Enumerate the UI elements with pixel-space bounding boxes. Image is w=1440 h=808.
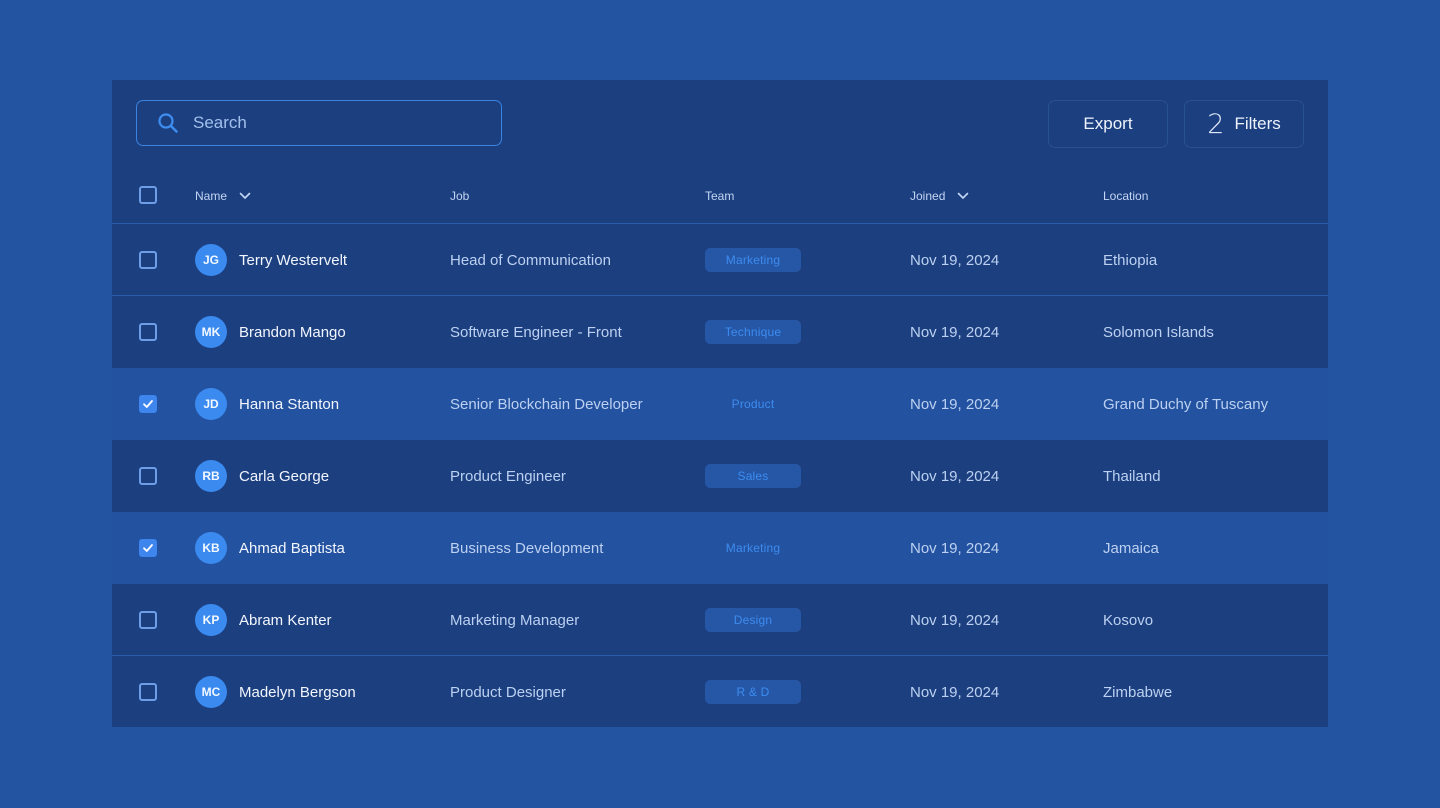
table-toolbar: Export 2 Filters — [112, 80, 1328, 168]
row-job: Business Development — [450, 539, 604, 557]
row-checkbox[interactable] — [139, 611, 157, 629]
avatar: KP — [195, 604, 227, 636]
row-checkbox[interactable] — [139, 683, 157, 701]
team-badge: R & D — [705, 680, 801, 704]
row-joined: Nov 19, 2024 — [910, 611, 1000, 629]
filters-button[interactable]: 2 Filters — [1184, 100, 1304, 148]
row-checkbox[interactable] — [139, 539, 157, 557]
row-checkbox[interactable] — [139, 395, 157, 413]
row-job: Senior Blockchain Developer — [450, 395, 643, 413]
table-row[interactable]: KB Ahmad Baptista Business Development M… — [112, 512, 1328, 584]
team-badge: Sales — [705, 464, 801, 488]
row-location: Zimbabwe — [1103, 683, 1173, 701]
filters-button-label: Filters — [1234, 114, 1281, 133]
search-box[interactable] — [136, 100, 502, 146]
row-location: Jamaica — [1103, 539, 1159, 557]
row-name: Brandon Mango — [239, 323, 346, 341]
row-checkbox[interactable] — [139, 467, 157, 485]
column-header-location: Location — [1103, 168, 1148, 223]
avatar: MC — [195, 676, 227, 708]
row-job: Software Engineer - Front — [450, 323, 622, 341]
row-checkbox[interactable] — [139, 251, 157, 269]
avatar: RB — [195, 460, 227, 492]
column-header-joined-label: Joined — [910, 188, 946, 203]
team-badge: Technique — [705, 320, 801, 344]
row-joined: Nov 19, 2024 — [910, 323, 1000, 341]
team-badge: Design — [705, 608, 801, 632]
row-name: Carla George — [239, 467, 330, 485]
row-name: Madelyn Bergson — [239, 683, 356, 701]
column-header-name[interactable]: Name — [195, 168, 251, 223]
table-row[interactable]: JD Hanna Stanton Senior Blockchain Devel… — [112, 368, 1328, 440]
export-button[interactable]: Export — [1048, 100, 1168, 148]
row-name: Abram Kenter — [239, 611, 332, 629]
row-joined: Nov 19, 2024 — [910, 539, 1000, 557]
row-name: Hanna Stanton — [239, 395, 340, 413]
chevron-down-icon — [958, 192, 969, 199]
row-location: Kosovo — [1103, 611, 1154, 629]
row-location: Thailand — [1103, 467, 1161, 485]
row-job: Marketing Manager — [450, 611, 580, 629]
row-job: Product Engineer — [450, 467, 566, 485]
table-row[interactable]: RB Carla George Product Engineer Sales N… — [112, 440, 1328, 512]
row-joined: Nov 19, 2024 — [910, 395, 1000, 413]
data-table-panel: Export 2 Filters Name Job Team Joined L — [112, 80, 1328, 727]
table-row[interactable]: JG Terry Westervelt Head of Communicatio… — [112, 224, 1328, 296]
column-header-name-label: Name — [195, 188, 228, 203]
table-header: Name Job Team Joined Location — [112, 168, 1328, 224]
avatar: MK — [195, 316, 227, 348]
team-badge: Marketing — [725, 541, 781, 555]
table-row[interactable]: KP Abram Kenter Marketing Manager Design… — [112, 584, 1328, 656]
row-name: Ahmad Baptista — [239, 539, 345, 557]
select-all-checkbox[interactable] — [139, 186, 157, 204]
row-job: Head of Communication — [450, 251, 611, 269]
column-header-joined[interactable]: Joined — [910, 168, 969, 223]
table-row[interactable]: MK Brandon Mango Software Engineer - Fro… — [112, 296, 1328, 368]
team-badge: Product — [731, 397, 775, 411]
filters-count: 2 — [1207, 108, 1225, 140]
row-joined: Nov 19, 2024 — [910, 683, 1000, 701]
check-icon — [143, 544, 153, 552]
search-icon — [158, 113, 178, 133]
column-header-job: Job — [450, 168, 469, 223]
column-header-team-label: Team — [705, 188, 735, 203]
column-header-location-label: Location — [1103, 188, 1149, 203]
row-location: Ethiopia — [1103, 251, 1158, 269]
avatar: JG — [195, 244, 227, 276]
row-joined: Nov 19, 2024 — [910, 251, 1000, 269]
column-header-job-label: Job — [450, 188, 470, 203]
avatar: JD — [195, 388, 227, 420]
row-name: Terry Westervelt — [239, 251, 348, 269]
row-joined: Nov 19, 2024 — [910, 467, 1000, 485]
avatar: KB — [195, 532, 227, 564]
chevron-down-icon — [239, 192, 251, 199]
row-location: Solomon Islands — [1103, 323, 1214, 341]
row-location: Grand Duchy of Tuscany — [1103, 395, 1269, 413]
search-input[interactable] — [191, 112, 475, 134]
row-checkbox[interactable] — [139, 323, 157, 341]
export-button-label: Export — [1083, 114, 1133, 133]
table-row[interactable]: MC Madelyn Bergson Product Designer R & … — [112, 656, 1328, 728]
row-job: Product Designer — [450, 683, 566, 701]
check-icon — [143, 400, 153, 408]
team-badge: Marketing — [705, 248, 801, 272]
column-header-team: Team — [705, 168, 734, 223]
